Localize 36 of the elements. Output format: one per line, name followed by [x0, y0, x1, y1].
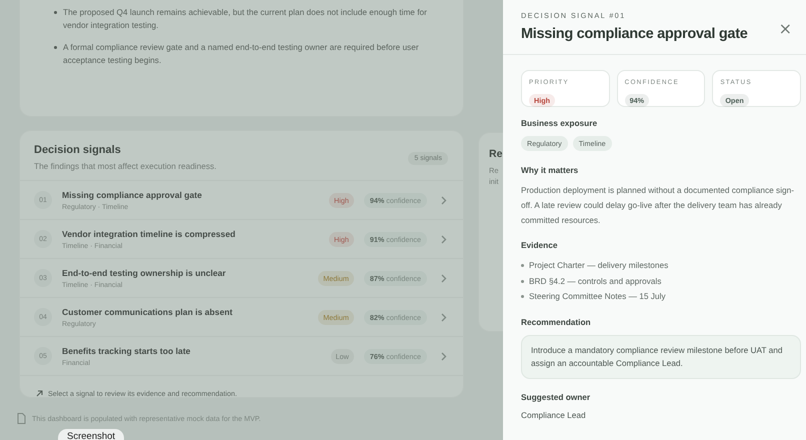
section-heading: Evidence	[521, 240, 558, 250]
section-heading: Why it matters	[521, 165, 580, 175]
close-button[interactable]: ×	[774, 19, 796, 39]
screenshot-label[interactable]: Screenshot	[58, 429, 124, 440]
signal-title: Missing compliance approval gate	[62, 190, 203, 200]
section-title: Decision signals	[34, 144, 122, 156]
evidence-item: BRD §4.2 — controls and approvals	[529, 274, 662, 288]
summary-bullet: A formal compliance review gate and a named end-to-end testing owner are required before user acceptance testing begins.	[63, 41, 420, 67]
document-icon	[17, 413, 26, 424]
arrow-icon	[36, 390, 43, 397]
section-heading: Recommendation	[521, 316, 592, 326]
summary-bullet: The proposed Q4 launch remains achievable, but the current plan does not include enough time for vendor integration testing.	[63, 6, 428, 32]
why-text: Production deployment is planned without a documented compliance sign-off. A late review could delay go-live after the delivery team has already committed resources.	[521, 184, 796, 227]
signal-title: End-to-end testing ownership is unclear	[62, 268, 227, 278]
signal-title: Benefits tracking starts too late	[62, 346, 192, 356]
bullet-icon	[521, 280, 524, 283]
section-heading: Suggested owner	[521, 392, 592, 402]
evidence-item: Project Charter — delivery milestones	[529, 259, 668, 272]
bullet-icon	[521, 295, 524, 298]
chevron-icon	[441, 196, 447, 204]
chevron-icon	[441, 274, 447, 282]
chevron-icon	[441, 312, 447, 322]
recommendation-box: Introduce a mandatory compliance review milestone before UAT and assign an accountable Compliance Lead.	[521, 334, 801, 378]
owner-text: Compliance Lead	[521, 410, 587, 420]
signal-title: Customer communications plan is absent	[62, 306, 234, 316]
signal-title: Vendor integration timeline is compressed	[62, 228, 236, 238]
card-title: Re	[489, 148, 503, 160]
bullet-icon	[54, 46, 57, 49]
section-heading: Business exposure	[521, 118, 598, 128]
bullet-icon	[521, 264, 524, 268]
panel-title: Missing compliance approval gate	[521, 26, 748, 42]
section-subtitle: The findings that most affect execution readiness.	[34, 161, 216, 171]
evidence-item: Steering Committee Notes — 15 July	[529, 290, 666, 303]
chevron-icon	[441, 234, 447, 244]
bullet-icon	[54, 11, 57, 14]
chevron-icon	[441, 352, 447, 360]
